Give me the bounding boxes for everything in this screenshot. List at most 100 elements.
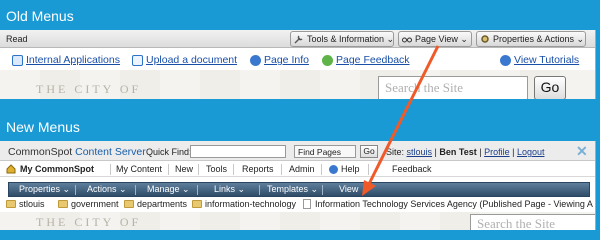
page-view-menu[interactable]: Page View ⌄ <box>398 31 472 47</box>
site-link[interactable]: stlouis <box>407 147 433 157</box>
actions-menu[interactable]: Actions ⌄ <box>87 184 127 195</box>
breadcrumb-departments[interactable]: departments <box>124 199 187 209</box>
folder-icon <box>192 200 202 208</box>
page-view-label: Page View ⌄ <box>415 34 468 44</box>
commonspot-top-bar: CommonSpot Content Server Quick Find: Fi… <box>0 141 595 161</box>
nav-divider <box>233 164 234 175</box>
user-name: Ben Test <box>439 147 477 157</box>
breadcrumb: stlouis government departments informati… <box>0 198 595 212</box>
breadcrumb-government[interactable]: government <box>58 199 119 209</box>
properties-menu[interactable]: Properties ⌄ <box>19 184 70 195</box>
quick-find-input[interactable] <box>190 145 286 158</box>
city-text: THE CITY OF <box>36 82 142 96</box>
menu-divider <box>197 185 198 195</box>
site-search-input[interactable]: Search the Site <box>470 214 595 230</box>
site-label: Site: <box>386 147 405 157</box>
breadcrumb-it-label: information-technology <box>205 199 297 209</box>
breadcrumb-government-label: government <box>71 199 119 209</box>
help-icon <box>329 165 338 174</box>
menu-divider <box>135 185 136 195</box>
go-button[interactable]: Go <box>534 76 566 99</box>
profile-link[interactable]: Profile <box>484 147 510 157</box>
nav-divider <box>281 164 282 175</box>
upload-icon <box>132 55 143 66</box>
breadcrumb-page-label: Information Technology Services Agency (… <box>315 199 593 209</box>
manage-menu[interactable]: Manage ⌄ <box>147 184 190 195</box>
window-icon <box>12 55 23 66</box>
tools-information-menu[interactable]: Tools & Information ⌄ <box>290 31 394 47</box>
brand-name: CommonSpot <box>8 146 73 158</box>
glasses-icon <box>402 37 412 43</box>
new-menus-title: New Menus <box>6 119 80 135</box>
breadcrumb-information-technology[interactable]: information-technology <box>192 199 296 209</box>
nav-help[interactable]: Help <box>329 164 360 174</box>
info-icon <box>250 55 261 66</box>
nav-divider <box>321 164 322 175</box>
upload-document-label: Upload a document <box>146 54 238 66</box>
commonspot-nav: My CommonSpot My Content New Tools Repor… <box>0 162 595 177</box>
nav-divider <box>110 164 111 175</box>
tools-information-label: Tools & Information ⌄ <box>307 34 395 44</box>
quick-find-go-button[interactable]: Go <box>360 145 378 158</box>
folder-icon <box>124 200 134 208</box>
home-icon <box>6 164 16 174</box>
nav-tools[interactable]: Tools <box>206 164 227 174</box>
old-menus-panel: Read Tools & Information ⌄ Page View ⌄ P… <box>0 30 596 99</box>
view-menu[interactable]: View ⌄ <box>339 184 368 195</box>
page-menubar: Properties ⌄ Actions ⌄ Manage ⌄ Links ⌄ … <box>8 182 590 197</box>
close-icon[interactable]: ✕ <box>576 143 588 160</box>
page-feedback-link[interactable]: Page Feedback <box>322 54 410 66</box>
old-links-bar: Internal Applications Upload a document … <box>0 49 595 69</box>
gear-icon <box>481 35 489 43</box>
menu-divider <box>322 185 323 195</box>
page-icon <box>303 199 311 209</box>
breadcrumb-stlouis[interactable]: stlouis <box>6 199 45 209</box>
internal-applications-link[interactable]: Internal Applications <box>12 54 120 66</box>
breadcrumb-departments-label: departments <box>137 199 188 209</box>
page-info-label: Page Info <box>264 54 309 66</box>
info-icon <box>500 55 511 66</box>
old-menus-title: Old Menus <box>6 8 74 24</box>
city-text: THE CITY OF <box>36 215 142 229</box>
upload-document-link[interactable]: Upload a document <box>132 54 237 66</box>
properties-actions-menu[interactable]: Properties & Actions ⌄ <box>476 31 586 47</box>
internal-applications-label: Internal Applications <box>26 54 120 66</box>
breadcrumb-page: Information Technology Services Agency (… <box>302 199 593 209</box>
wrench-icon <box>294 35 303 44</box>
nav-feedback[interactable]: Feedback <box>392 164 432 174</box>
nav-my-content[interactable]: My Content <box>116 164 162 174</box>
folder-icon <box>58 200 68 208</box>
nav-help-label: Help <box>341 164 360 174</box>
brand-suffix: Content Server <box>72 146 146 158</box>
find-type-select[interactable]: Find Pages <box>294 145 356 158</box>
page-info-link[interactable]: Page Info <box>250 54 309 66</box>
new-site-header: THE CITY OF Search the Site <box>0 212 595 230</box>
view-tutorials-label: View Tutorials <box>514 54 580 66</box>
templates-menu[interactable]: Templates ⌄ <box>267 184 318 195</box>
new-menus-panel: CommonSpot Content Server Quick Find: Fi… <box>0 141 596 230</box>
site-search-input[interactable]: Search the Site <box>378 76 528 99</box>
page-feedback-label: Page Feedback <box>336 54 410 66</box>
breadcrumb-stlouis-label: stlouis <box>19 199 45 209</box>
logout-link[interactable]: Logout <box>517 147 545 157</box>
properties-actions-label: Properties & Actions ⌄ <box>493 34 585 44</box>
nav-admin[interactable]: Admin <box>289 164 315 174</box>
site-info: Site: stlouis | Ben Test | Profile | Log… <box>386 147 545 157</box>
links-menu[interactable]: Links ⌄ <box>214 184 245 195</box>
menu-divider <box>75 185 76 195</box>
commonspot-brand: CommonSpot Content Server <box>8 146 146 158</box>
nav-divider <box>168 164 169 175</box>
nav-reports[interactable]: Reports <box>242 164 274 174</box>
view-tutorials-link[interactable]: View Tutorials <box>500 54 579 66</box>
old-toolbar: Read Tools & Information ⌄ Page View ⌄ P… <box>0 30 595 48</box>
menu-divider <box>259 185 260 195</box>
old-site-header: THE CITY OF Search the Site Go <box>0 70 595 99</box>
nav-divider <box>368 164 369 175</box>
read-label: Read <box>6 34 28 44</box>
quick-find-label: Quick Find: <box>146 147 192 157</box>
nav-my-commonspot[interactable]: My CommonSpot <box>20 164 94 174</box>
feedback-icon <box>322 55 333 66</box>
nav-divider <box>198 164 199 175</box>
nav-new[interactable]: New <box>175 164 193 174</box>
folder-icon <box>6 200 16 208</box>
